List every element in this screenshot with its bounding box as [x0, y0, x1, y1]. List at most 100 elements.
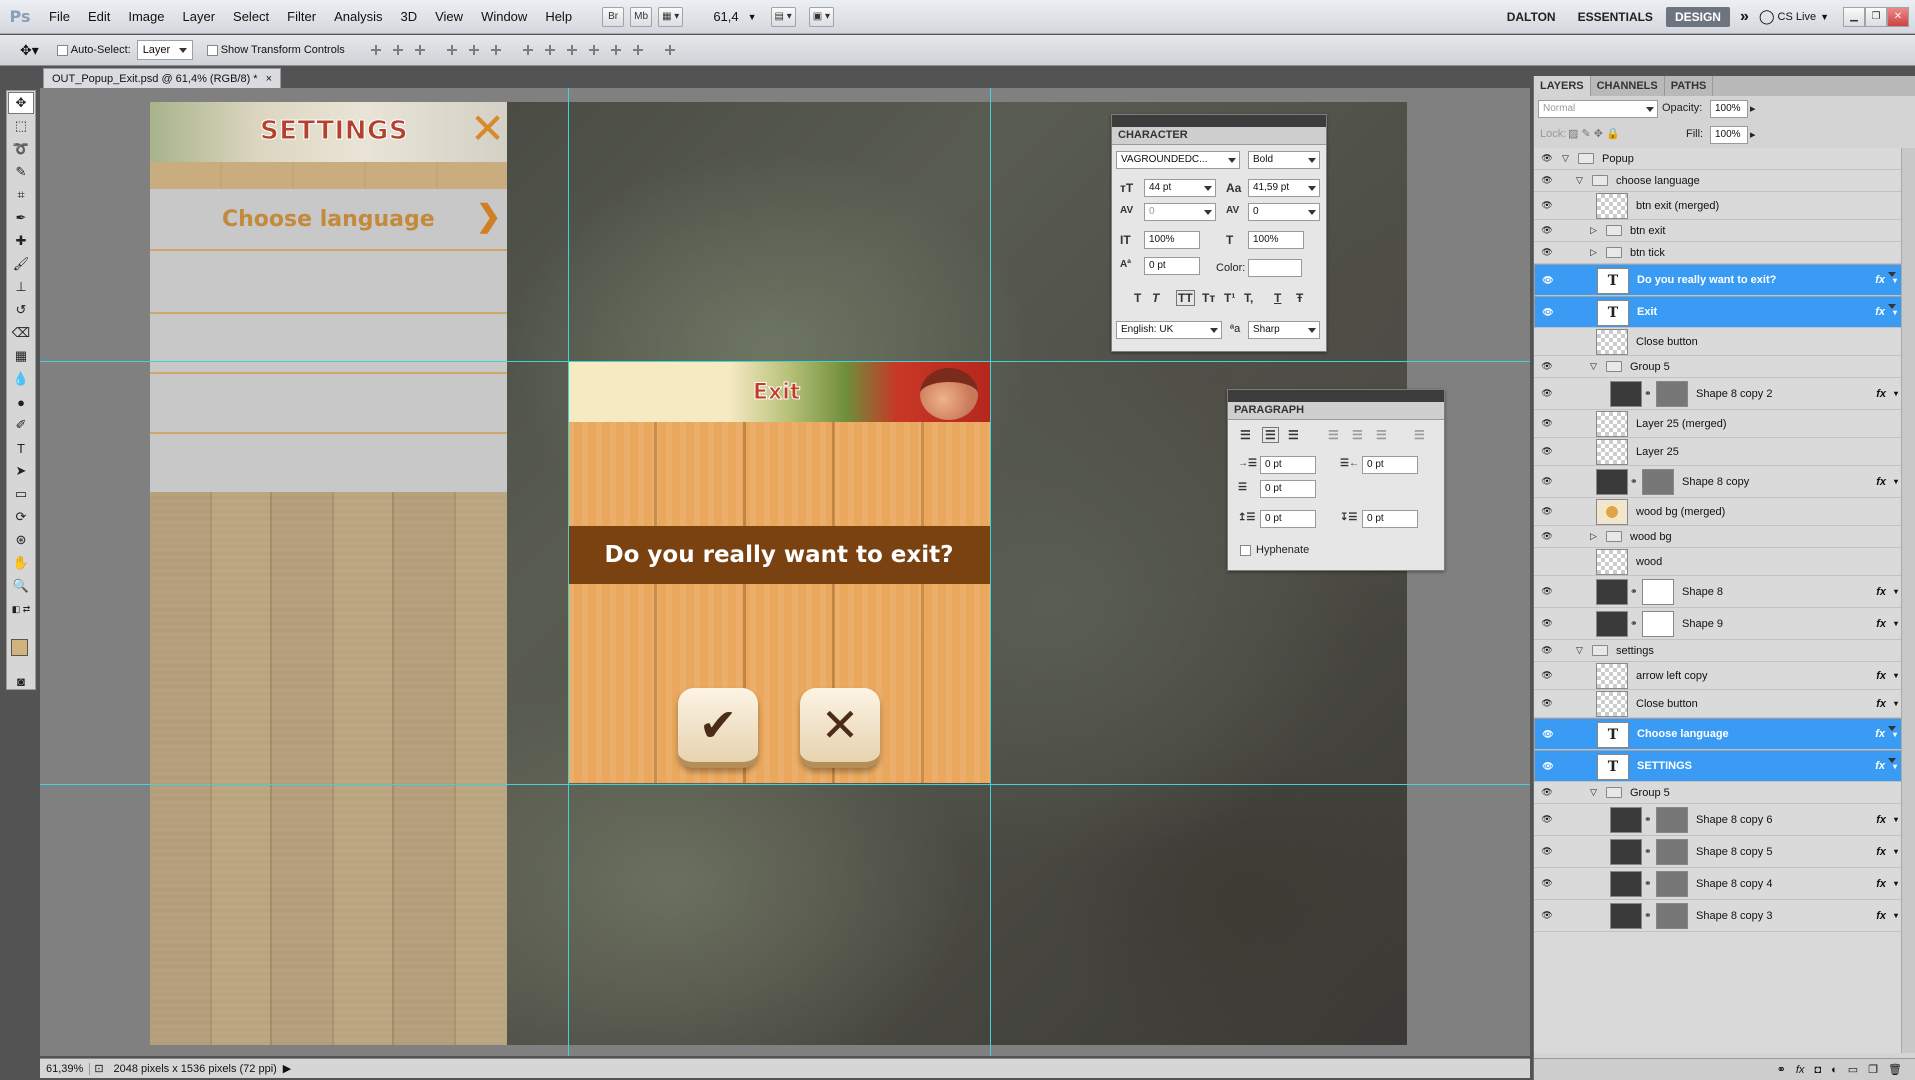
- fx-badge[interactable]: fx: [1875, 760, 1885, 772]
- fx-badge[interactable]: fx: [1876, 698, 1886, 710]
- indent-first-line-field[interactable]: 0 pt: [1260, 480, 1316, 498]
- indent-right-field[interactable]: 0 pt: [1362, 456, 1418, 474]
- character-panel-titlebar[interactable]: [1112, 115, 1326, 127]
- eye-icon[interactable]: 👁: [1540, 910, 1554, 921]
- dodge-tool-icon[interactable]: ●: [8, 391, 34, 413]
- restore-button[interactable]: ❐: [1865, 6, 1887, 27]
- history-brush-tool-icon[interactable]: ↺: [8, 299, 34, 321]
- eraser-tool-icon[interactable]: ⌫: [8, 322, 34, 344]
- lock-icons[interactable]: ▨ ✎ ✥ 🔒: [1568, 127, 1620, 140]
- vertical-scale-field[interactable]: 100%: [1144, 231, 1200, 249]
- chevron-down-icon[interactable]: ▽: [1590, 787, 1597, 798]
- layer-row[interactable]: 👁 ⚭ Shape 8 copy 4 fx ▾: [1534, 868, 1902, 900]
- chevron-down-icon[interactable]: ▾: [1893, 762, 1897, 771]
- path-select-tool-icon[interactable]: ➤: [8, 460, 34, 482]
- new-layer-icon[interactable]: ❐: [1868, 1063, 1878, 1076]
- distribute-top-icon[interactable]: [518, 42, 537, 58]
- eye-icon[interactable]: 👁: [1540, 361, 1554, 372]
- screen-mode-button[interactable]: ▣ ▾: [808, 6, 835, 27]
- minimize-button[interactable]: ▁: [1843, 6, 1865, 27]
- chevron-down-icon[interactable]: ▾: [1894, 847, 1898, 856]
- layer-style-icon[interactable]: fx: [1796, 1064, 1805, 1076]
- eye-icon[interactable]: 👁: [1540, 814, 1554, 825]
- distribute-right-icon[interactable]: [628, 42, 647, 58]
- fill-arrow-icon[interactable]: ▸: [1750, 128, 1756, 141]
- crop-tool-icon[interactable]: ⌗: [8, 184, 34, 206]
- close-window-button[interactable]: ✕: [1887, 6, 1909, 27]
- menu-layer[interactable]: Layer: [174, 9, 225, 24]
- layers-scrollbar[interactable]: [1901, 148, 1915, 1053]
- chain-link-icon[interactable]: ⚭: [1630, 618, 1638, 629]
- chain-link-icon[interactable]: ⚭: [1644, 846, 1652, 857]
- foreground-color-swatch[interactable]: [11, 639, 28, 656]
- eye-icon[interactable]: 👁: [1540, 225, 1554, 236]
- document-tab[interactable]: OUT_Popup_Exit.psd @ 61,4% (RGB/8) * ×: [43, 68, 282, 88]
- chevron-down-icon[interactable]: ▾: [1894, 619, 1898, 628]
- blend-mode-select[interactable]: Normal: [1538, 100, 1658, 118]
- justify-all-icon[interactable]: ☰: [1414, 428, 1425, 442]
- opacity-arrow-icon[interactable]: ▸: [1750, 102, 1756, 115]
- chevron-down-icon[interactable]: ▾: [1894, 671, 1898, 680]
- layer-row[interactable]: 👁 T Do you really want to exit? fx ▾: [1534, 264, 1902, 296]
- horizontal-scale-field[interactable]: 100%: [1248, 231, 1304, 249]
- justify-last-right-icon[interactable]: ☰: [1376, 428, 1387, 442]
- add-mask-icon[interactable]: ◘: [1814, 1064, 1821, 1076]
- workspace-dalton[interactable]: DALTON: [1498, 7, 1565, 27]
- layer-row[interactable]: 👁 ⚭ Shape 8 copy 5 fx ▾: [1534, 836, 1902, 868]
- chain-link-icon[interactable]: ⚭: [1644, 814, 1652, 825]
- layer-row[interactable]: 👁 ▽ Group 5: [1534, 782, 1902, 804]
- eye-icon[interactable]: 👁: [1540, 586, 1554, 597]
- justify-last-left-icon[interactable]: ☰: [1328, 428, 1339, 442]
- guide-vertical[interactable]: [568, 88, 569, 1056]
- cslive-button[interactable]: CS Live: [1778, 11, 1821, 23]
- fx-badge[interactable]: fx: [1876, 814, 1886, 826]
- align-hcenter-icon[interactable]: [464, 42, 483, 58]
- chain-link-icon[interactable]: ⚭: [1644, 878, 1652, 889]
- layer-row[interactable]: 👁 ▷ wood bg: [1534, 526, 1902, 548]
- move-tool-icon[interactable]: ✥: [8, 92, 34, 114]
- move-tool-preset-icon[interactable]: ✥▾: [20, 42, 39, 59]
- eye-icon[interactable]: 👁: [1540, 388, 1554, 399]
- layer-row[interactable]: 👁 ▷ btn tick: [1534, 242, 1902, 264]
- text-color-swatch[interactable]: [1248, 259, 1302, 277]
- eye-icon[interactable]: 👁: [1541, 761, 1555, 772]
- leading-field[interactable]: 41,59 pt: [1248, 179, 1320, 197]
- zoom-tool-icon[interactable]: 🔍: [8, 575, 34, 597]
- adjustment-layer-icon[interactable]: ◐: [1831, 1064, 1838, 1076]
- 3d-orbit-tool-icon[interactable]: ⊛: [8, 529, 34, 551]
- chevron-down-icon[interactable]: ▾: [1893, 276, 1897, 285]
- fill-field[interactable]: 100%: [1710, 126, 1748, 144]
- fx-badge[interactable]: fx: [1876, 476, 1886, 488]
- eye-icon[interactable]: 👁: [1540, 153, 1554, 164]
- more-workspaces-icon[interactable]: »: [1740, 8, 1749, 26]
- all-caps-icon[interactable]: TT: [1176, 290, 1195, 306]
- menu-image[interactable]: Image: [119, 9, 173, 24]
- chevron-right-icon[interactable]: ▷: [1590, 531, 1597, 542]
- healing-tool-icon[interactable]: ✚: [8, 230, 34, 252]
- close-document-icon[interactable]: ×: [266, 73, 272, 85]
- distribute-left-icon[interactable]: [584, 42, 603, 58]
- quick-select-tool-icon[interactable]: ✎: [8, 161, 34, 183]
- status-info-icon[interactable]: ⊡: [90, 1062, 107, 1075]
- font-family-select[interactable]: VAGROUNDEDC...: [1116, 151, 1240, 169]
- eye-icon[interactable]: 👁: [1540, 531, 1554, 542]
- eye-icon[interactable]: 👁: [1541, 275, 1555, 286]
- menu-file[interactable]: File: [40, 9, 79, 24]
- workspace-essentials[interactable]: ESSENTIALS: [1569, 7, 1662, 27]
- eyedropper-tool-icon[interactable]: ✒: [8, 207, 34, 229]
- eye-icon[interactable]: 👁: [1541, 307, 1555, 318]
- fx-badge[interactable]: fx: [1876, 670, 1886, 682]
- shape-tool-icon[interactable]: ▭: [8, 483, 34, 505]
- delete-layer-icon[interactable]: 🗑: [1888, 1063, 1902, 1076]
- hyphenate-checkbox[interactable]: [1240, 545, 1251, 556]
- chevron-down-icon[interactable]: ▽: [1590, 361, 1597, 372]
- menu-analysis[interactable]: Analysis: [325, 9, 391, 24]
- language-select[interactable]: English: UK: [1116, 321, 1222, 339]
- fx-badge[interactable]: fx: [1876, 388, 1886, 400]
- chevron-down-icon[interactable]: ▽: [1576, 175, 1583, 186]
- brush-tool-icon[interactable]: 🖌: [8, 253, 34, 275]
- chain-link-icon[interactable]: ⚭: [1630, 586, 1638, 597]
- chevron-down-icon[interactable]: ▾: [1894, 699, 1898, 708]
- distribute-bottom-icon[interactable]: [562, 42, 581, 58]
- faux-italic-icon[interactable]: T: [1152, 291, 1159, 305]
